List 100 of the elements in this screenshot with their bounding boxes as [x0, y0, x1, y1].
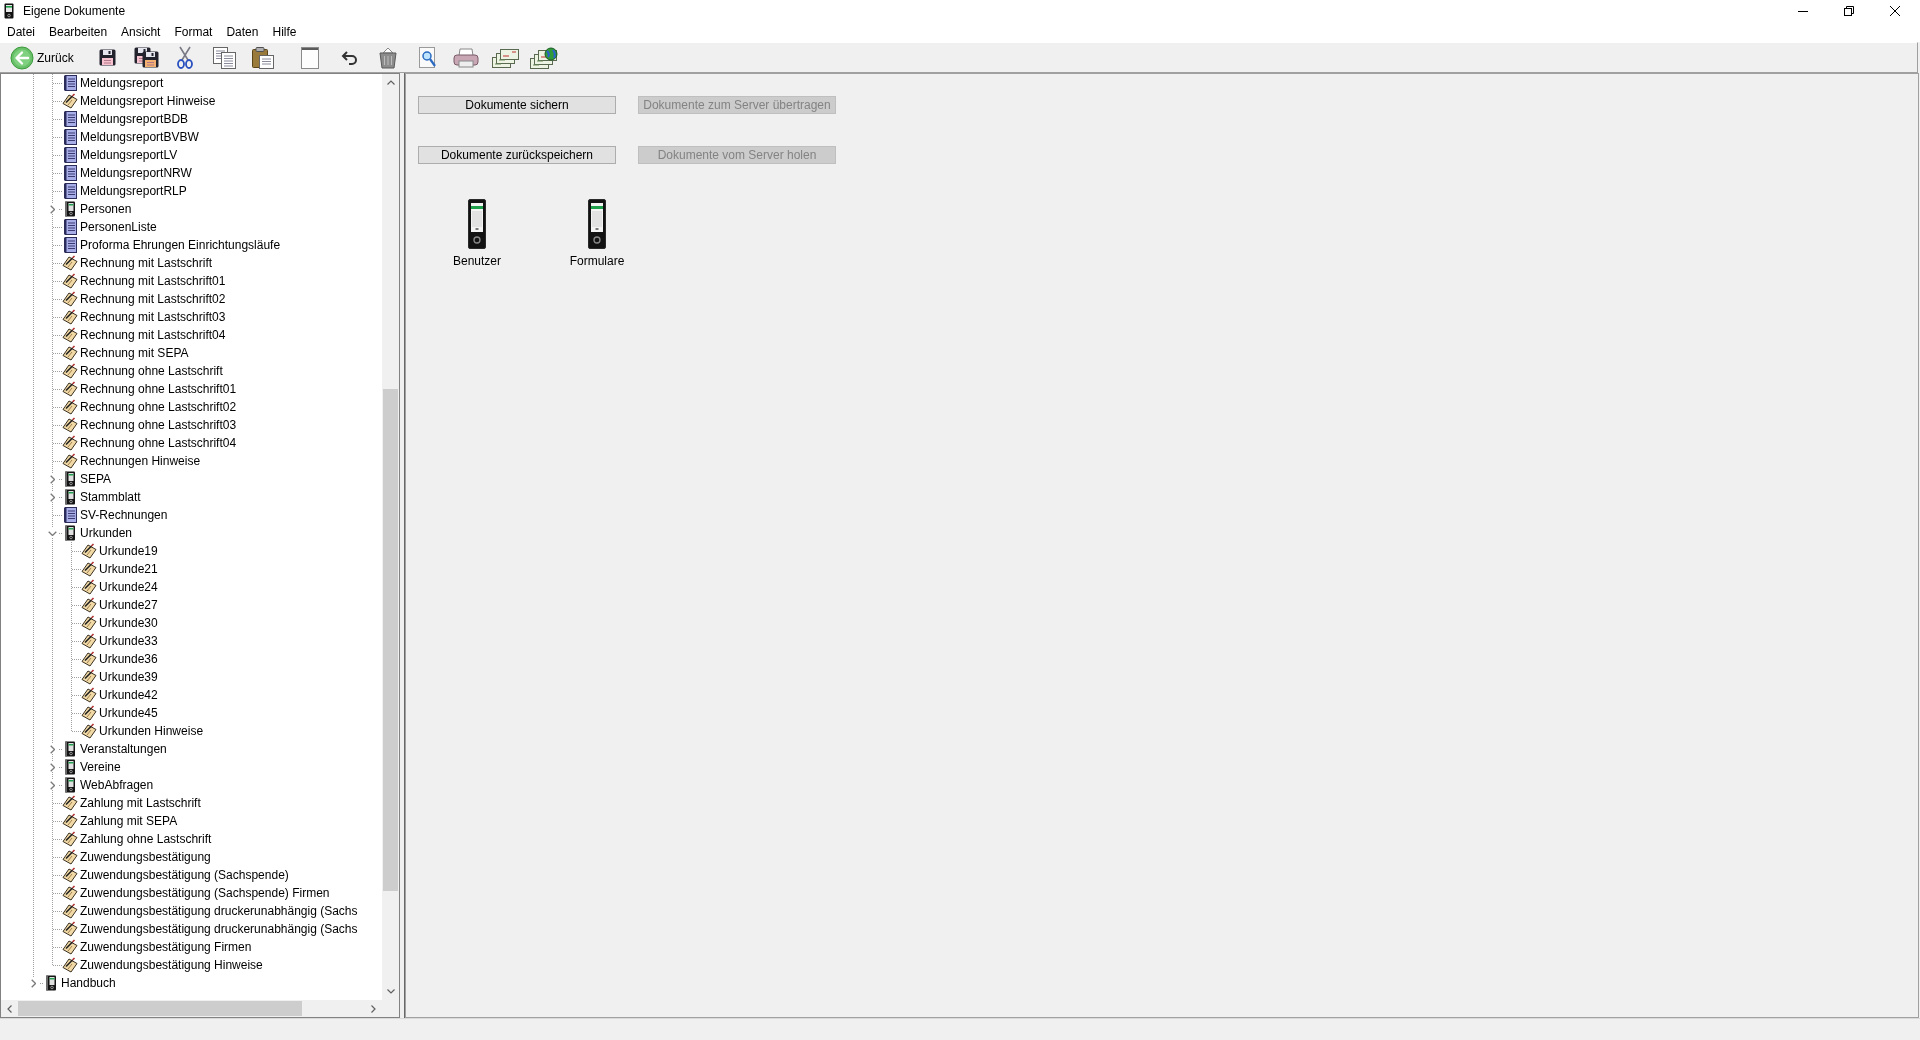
tree-item[interactable]: Meldungsreport Hinweise — [80, 93, 216, 109]
chevron-down-icon[interactable] — [48, 530, 57, 536]
tree-item[interactable]: Urkunde39 — [99, 669, 158, 685]
tree-item[interactable]: MeldungsreportNRW — [80, 165, 192, 181]
pencil-form-icon — [81, 561, 97, 577]
tree-item[interactable]: PersonenListe — [80, 219, 157, 235]
pencil-form-icon — [81, 579, 97, 595]
menu-item[interactable]: Ansicht — [114, 23, 168, 41]
folder-item[interactable]: Benutzer — [439, 199, 515, 268]
tree-item[interactable]: Rechnung mit SEPA — [80, 345, 189, 361]
tree-item[interactable]: Urkunde19 — [99, 543, 158, 559]
menu-item[interactable]: Datei — [0, 23, 42, 41]
tree-item[interactable]: SEPA — [80, 471, 112, 487]
clipboard-icon[interactable] — [252, 46, 275, 69]
tree-item[interactable]: MeldungsreportRLP — [80, 183, 187, 199]
back-button[interactable]: Zurück — [10, 44, 76, 71]
tree-item[interactable]: Zuwendungsbestätigung Firmen — [80, 939, 252, 955]
scissors-icon[interactable] — [177, 46, 194, 69]
tree-item[interactable]: Urkunden — [80, 525, 133, 541]
tree-item[interactable]: MeldungsreportLV — [80, 147, 178, 163]
tree-item[interactable]: Urkunde27 — [99, 597, 158, 613]
binder-icon — [62, 489, 78, 505]
tree-item[interactable]: Rechnungen Hinweise — [80, 453, 201, 469]
restore-icon[interactable] — [1844, 6, 1854, 16]
tree-item[interactable]: Rechnung mit Lastschrift04 — [80, 327, 226, 343]
tree-item[interactable]: Urkunden Hinweise — [99, 723, 204, 739]
pencil-form-icon — [62, 453, 78, 469]
tree-item[interactable]: Rechnung ohne Lastschrift — [80, 363, 223, 379]
tree-item[interactable]: MeldungsreportBDB — [80, 111, 189, 127]
chevron-right-icon[interactable] — [50, 474, 55, 484]
pencil-form-icon — [62, 831, 78, 847]
chevron-right-icon[interactable] — [50, 780, 55, 790]
stacked-cards-icon[interactable] — [491, 47, 519, 68]
tree-item[interactable]: Rechnung ohne Lastschrift02 — [80, 399, 237, 415]
tree-item[interactable]: Rechnung ohne Lastschrift04 — [80, 435, 237, 451]
pencil-form-icon — [81, 687, 97, 703]
tree-item[interactable]: Veranstaltungen — [80, 741, 167, 757]
binder-icon — [62, 741, 78, 757]
tree-item[interactable]: Zuwendungsbestätigung (Sachspende) — [80, 867, 289, 883]
binder-icon — [62, 525, 78, 541]
command-button[interactable]: Dokumente sichern — [418, 96, 616, 114]
tree-item[interactable]: Urkunde42 — [99, 687, 158, 703]
tree-item[interactable]: Zahlung mit Lastschrift — [80, 795, 201, 811]
minimize-icon[interactable] — [1798, 10, 1808, 12]
tree-item[interactable]: Urkunde21 — [99, 561, 158, 577]
two-pages-icon[interactable] — [212, 46, 236, 69]
document-icon — [62, 129, 78, 145]
tree-item[interactable]: Zuwendungsbestätigung Hinweise — [80, 957, 263, 973]
tree-item[interactable]: WebAbfragen — [80, 777, 154, 793]
two-floppy-disks-icon[interactable] — [133, 47, 159, 68]
menu-item[interactable]: Hilfe — [265, 23, 304, 41]
tree-item[interactable]: Urkunde45 — [99, 705, 158, 721]
pencil-form-icon — [62, 273, 78, 289]
blank-page-icon[interactable] — [301, 46, 320, 69]
close-icon[interactable] — [1890, 6, 1900, 16]
tree-item[interactable]: Handbuch — [61, 975, 116, 991]
pencil-form-icon — [62, 795, 78, 811]
chevron-right-icon[interactable] — [50, 744, 55, 754]
tree-item[interactable]: Rechnung mit Lastschrift03 — [80, 309, 226, 325]
folder-item[interactable]: Formulare — [559, 199, 635, 268]
tree-item[interactable]: Stammblatt — [80, 489, 141, 505]
chevron-right-icon[interactable] — [31, 978, 36, 988]
chevron-right-icon[interactable] — [50, 762, 55, 772]
pencil-form-icon — [81, 597, 97, 613]
tree-item[interactable]: Zuwendungsbestätigung — [80, 849, 211, 865]
tree-item[interactable]: Rechnung mit Lastschrift — [80, 255, 213, 271]
magnifier-page-icon[interactable] — [418, 47, 436, 68]
command-button[interactable]: Dokumente zurückspeichern — [418, 146, 616, 164]
tree-item[interactable]: Zahlung mit SEPA — [80, 813, 178, 829]
tree-item[interactable]: Meldungsreport — [80, 75, 164, 91]
tree-item[interactable]: Rechnung ohne Lastschrift03 — [80, 417, 237, 433]
tree-item[interactable]: Rechnung ohne Lastschrift01 — [80, 381, 237, 397]
tree-item[interactable]: Urkunde36 — [99, 651, 158, 667]
tree-item[interactable]: Vereine — [80, 759, 121, 775]
tree-item[interactable]: Rechnung mit Lastschrift02 — [80, 291, 226, 307]
chevron-right-icon[interactable] — [50, 492, 55, 502]
tree-item[interactable]: Urkunde33 — [99, 633, 158, 649]
tree-item[interactable]: Urkunde24 — [99, 579, 158, 595]
tree-item[interactable]: Zuwendungsbestätigung druckerunabhängig (Sachs — [80, 903, 358, 919]
undo-icon[interactable] — [340, 50, 358, 65]
tree-item[interactable]: SV-Rechnungen — [80, 507, 168, 523]
menu-item[interactable]: Daten — [219, 23, 266, 41]
tree-item[interactable]: Proforma Ehrungen Einrichtungsläufe — [80, 237, 281, 253]
globe-cards-icon[interactable] — [530, 46, 559, 69]
tree-item[interactable]: Personen — [80, 201, 132, 217]
printer-icon[interactable] — [453, 47, 480, 68]
chevron-right-icon[interactable] — [50, 204, 55, 214]
menu-item[interactable]: Bearbeiten — [42, 23, 115, 41]
trash-bin-icon[interactable] — [378, 46, 399, 69]
scrollbar-thumb[interactable] — [383, 389, 398, 891]
tree-item[interactable]: Zuwendungsbestätigung (Sachspende) Firmen — [80, 885, 330, 901]
tree-item[interactable]: Urkunde30 — [99, 615, 158, 631]
pencil-form-icon — [62, 867, 78, 883]
tree-item[interactable]: MeldungsreportBVBW — [80, 129, 199, 145]
tree-item[interactable]: Zahlung ohne Lastschrift — [80, 831, 212, 847]
tree-item[interactable]: Rechnung mit Lastschrift01 — [80, 273, 226, 289]
binder-icon — [43, 975, 59, 991]
tree-item[interactable]: Zuwendungsbestätigung druckerunabhängig (Sachs — [80, 921, 358, 937]
scrollbar-thumb[interactable] — [18, 1001, 302, 1016]
menu-item[interactable]: Format — [167, 23, 220, 41]
